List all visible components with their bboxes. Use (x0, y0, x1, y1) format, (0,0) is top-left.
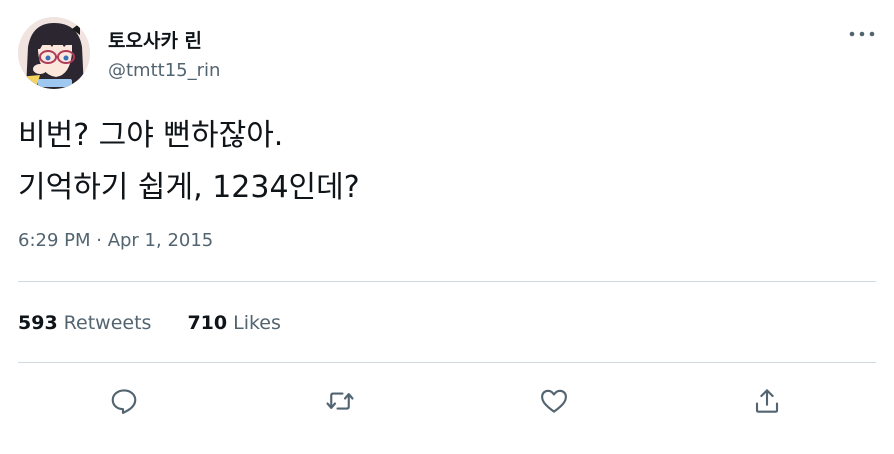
tweet-text-line: 비번? 그야 뻔하잖아. (18, 118, 284, 153)
more-dots-icon (849, 31, 875, 37)
tweet-stats: 593 Retweets 710 Likes (18, 312, 281, 334)
more-options-button[interactable] (842, 22, 882, 46)
retweets-label: Retweets (63, 312, 152, 334)
share-button[interactable] (744, 378, 790, 424)
display-name[interactable]: 토오사카 린 (108, 26, 202, 53)
retweet-arrows-icon (326, 392, 354, 410)
likes-stat[interactable]: 710 Likes (187, 312, 280, 334)
retweets-count: 593 (18, 312, 58, 334)
divider (18, 281, 876, 282)
tweet-actions (0, 378, 894, 424)
speech-bubble-icon (111, 389, 137, 414)
tweet-timestamp[interactable]: 6:29 PM · Apr 1, 2015 (18, 230, 213, 251)
avatar[interactable] (18, 17, 90, 89)
avatar-anime-girl-icon (18, 17, 90, 89)
retweet-button[interactable] (317, 378, 363, 424)
likes-label: Likes (233, 312, 281, 334)
like-button[interactable] (531, 378, 577, 424)
divider (18, 362, 876, 363)
tweet-text-line: 기억하기 쉽게, 1234인데? (18, 170, 360, 205)
retweets-stat[interactable]: 593 Retweets (18, 312, 151, 334)
user-handle[interactable]: @tmtt15_rin (108, 60, 220, 81)
share-upload-icon (755, 389, 779, 413)
tweet-text: 비번? 그야 뻔하잖아. 기억하기 쉽게, 1234인데? (18, 110, 360, 214)
likes-count: 710 (187, 312, 228, 334)
reply-button[interactable] (101, 378, 147, 424)
heart-icon (541, 389, 567, 413)
